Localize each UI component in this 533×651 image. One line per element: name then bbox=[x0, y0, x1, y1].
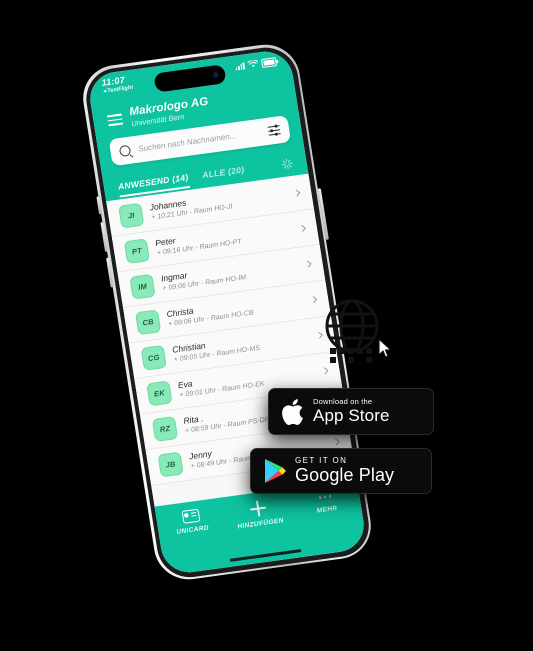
app-store-small-label: Download on the bbox=[313, 397, 373, 407]
app-store-badge[interactable]: Download on the App Store bbox=[268, 388, 434, 435]
status-right bbox=[234, 55, 278, 71]
avatar: JB bbox=[157, 451, 184, 478]
tabbar-item-hinzufuegen[interactable]: HINZUFÜGEN bbox=[226, 496, 292, 531]
search-icon bbox=[118, 144, 132, 157]
chevron-right-icon[interactable] bbox=[293, 189, 301, 197]
avatar-initials: IM bbox=[137, 281, 148, 292]
avatar-initials: JB bbox=[164, 459, 177, 470]
avatar-initials: CB bbox=[141, 316, 155, 328]
google-play-badge[interactable]: GET IT ON Google Play bbox=[250, 448, 432, 494]
tabbar-label-mehr: MEHR bbox=[316, 504, 338, 515]
loading-spinner-icon bbox=[281, 158, 294, 170]
status-left: 11:07 ◂ TestFlight bbox=[101, 75, 134, 95]
wifi-icon bbox=[247, 59, 259, 68]
filter-sliders-icon[interactable] bbox=[267, 124, 281, 136]
battery-icon bbox=[260, 57, 278, 68]
plus-icon bbox=[249, 500, 267, 518]
google-play-texts: GET IT ON Google Play bbox=[295, 455, 395, 486]
apple-logo-icon bbox=[282, 398, 303, 425]
google-play-small-label: GET IT ON bbox=[295, 455, 348, 465]
app-store-texts: Download on the App Store bbox=[313, 398, 390, 425]
tabbar-item-unicard[interactable]: UNICARD bbox=[159, 506, 224, 538]
avatar: IM bbox=[129, 273, 156, 300]
testflight-back-link[interactable]: ◂ TestFlight bbox=[103, 85, 134, 96]
chevron-right-icon[interactable] bbox=[304, 260, 312, 268]
chevron-right-icon[interactable] bbox=[332, 438, 340, 446]
chevron-right-icon[interactable] bbox=[321, 367, 329, 375]
avatar: JI bbox=[118, 202, 145, 229]
avatar-initials: CG bbox=[147, 352, 161, 363]
avatar-initials: RZ bbox=[159, 423, 171, 434]
avatar-initials: PT bbox=[131, 245, 143, 257]
google-play-icon bbox=[265, 459, 286, 483]
avatar-initials: EK bbox=[153, 388, 166, 399]
hamburger-menu-icon[interactable] bbox=[106, 113, 124, 127]
avatar: EK bbox=[146, 380, 173, 407]
tabbar-label-hinzufuegen: HINZUFÜGEN bbox=[236, 517, 285, 531]
tabbar-label-unicard: UNICARD bbox=[175, 524, 210, 536]
avatar-initials: JI bbox=[127, 210, 136, 221]
avatar: CB bbox=[134, 309, 162, 336]
id-card-icon bbox=[181, 508, 200, 524]
chevron-right-icon[interactable] bbox=[298, 224, 306, 232]
front-camera-icon bbox=[212, 72, 219, 78]
app-store-big-label: App Store bbox=[313, 406, 390, 426]
avatar: CG bbox=[140, 344, 167, 371]
avatar: PT bbox=[123, 238, 151, 264]
avatar: RZ bbox=[151, 415, 179, 442]
header-texts: Makrologo AG Universität Bern bbox=[129, 96, 211, 129]
chevron-right-icon[interactable] bbox=[310, 295, 318, 303]
signal-bars-icon bbox=[235, 62, 246, 71]
scene-background: 11:07 ◂ TestFlight Makrologo AG Universi… bbox=[0, 0, 533, 651]
google-play-big-label: Google Play bbox=[295, 465, 395, 486]
mouse-cursor-icon bbox=[378, 338, 392, 358]
